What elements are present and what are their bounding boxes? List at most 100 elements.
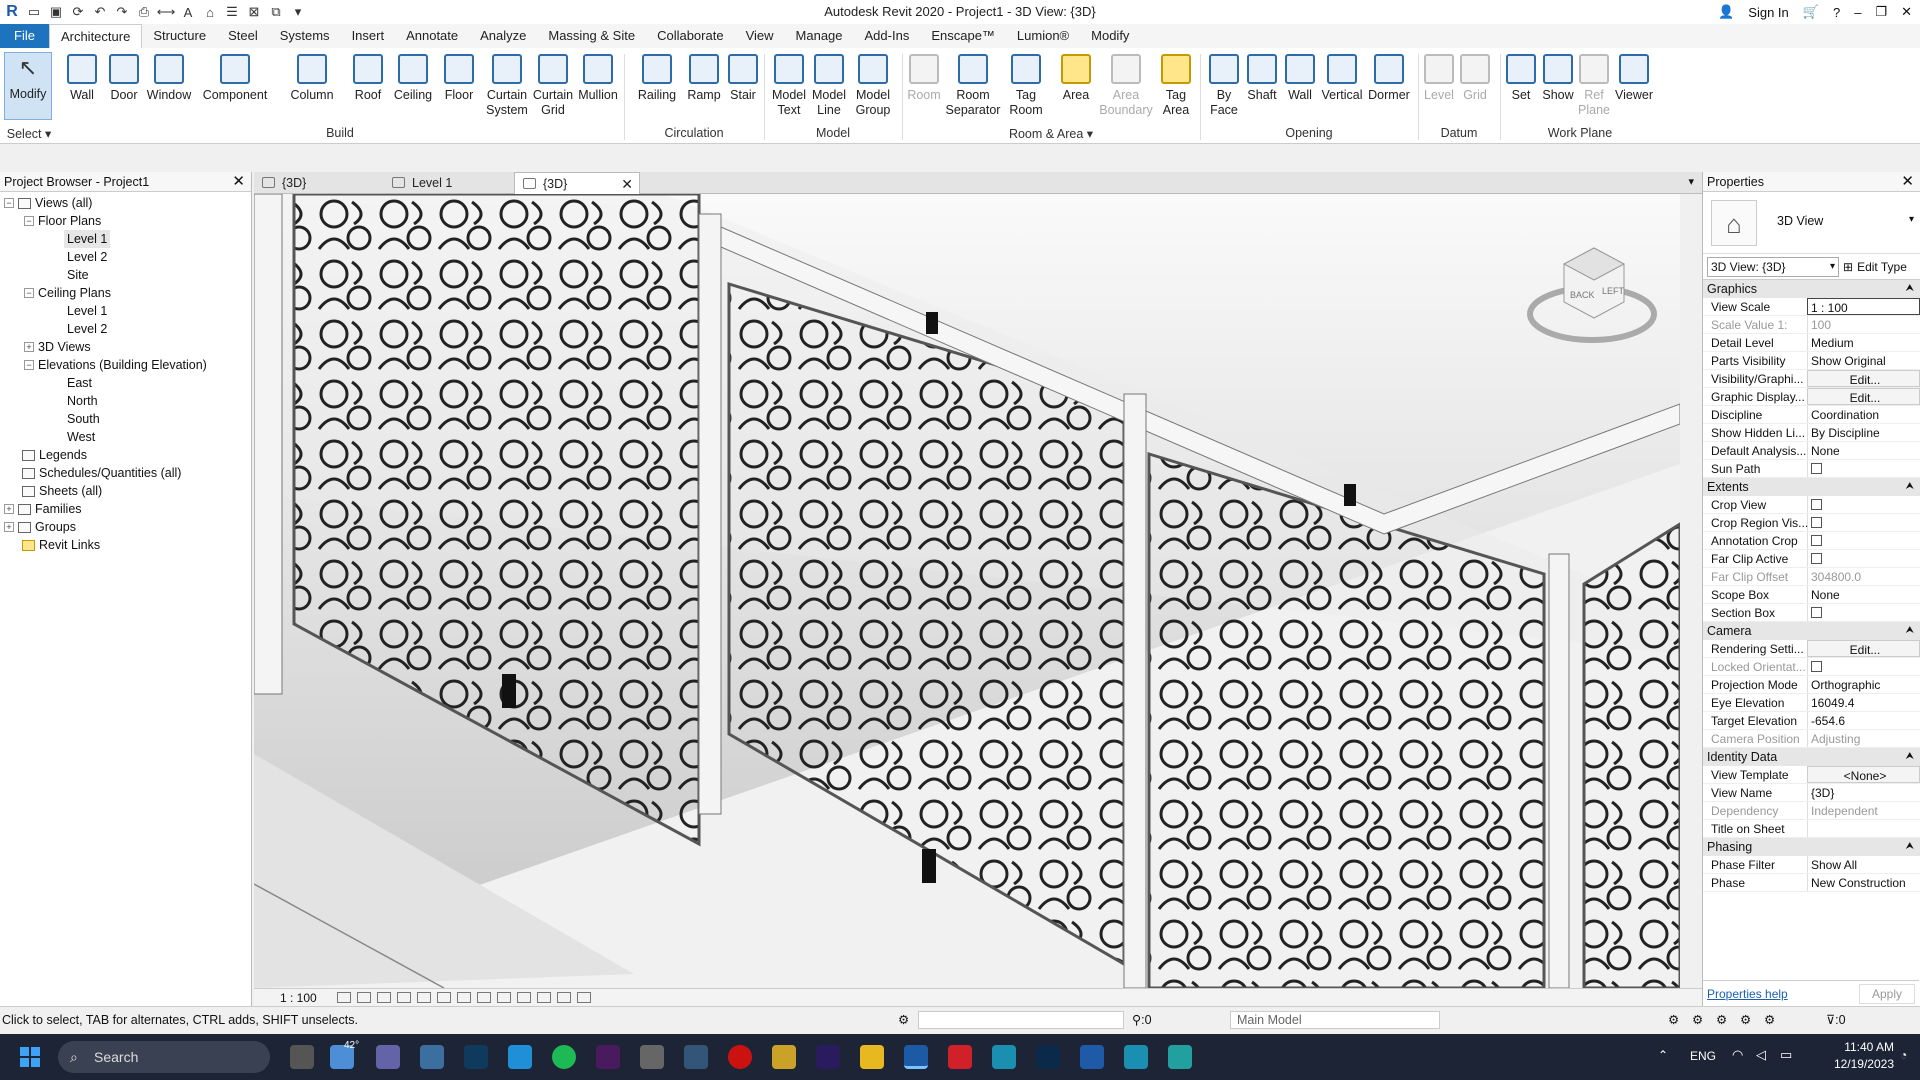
- tab-systems[interactable]: Systems: [269, 24, 341, 48]
- shaft-button[interactable]: Shaft: [1244, 54, 1280, 103]
- windows-start-icon[interactable]: [20, 1047, 40, 1067]
- column-button[interactable]: Column: [288, 54, 336, 103]
- tree-item[interactable]: Level 1: [0, 230, 251, 248]
- property-row[interactable]: View Scale 1 : 100: [1703, 298, 1920, 316]
- edge-icon[interactable]: [508, 1045, 532, 1069]
- sync-icon[interactable]: ⟳: [70, 4, 86, 20]
- tab-file[interactable]: File: [0, 24, 49, 48]
- property-value[interactable]: Orthographic: [1807, 676, 1920, 693]
- tab-enscape[interactable]: Enscape™: [920, 24, 1006, 48]
- property-row[interactable]: Dependency Independent: [1703, 802, 1920, 820]
- media-icon[interactable]: [772, 1045, 796, 1069]
- save-icon[interactable]: ▣: [48, 4, 64, 20]
- grid-button[interactable]: Grid: [1458, 54, 1492, 103]
- tree-item[interactable]: Level 2: [0, 248, 251, 266]
- collapse-icon[interactable]: ⮝: [1906, 838, 1915, 856]
- property-value[interactable]: 304800.0: [1807, 568, 1920, 585]
- property-value[interactable]: Show Original: [1807, 352, 1920, 369]
- property-value[interactable]: [1807, 820, 1920, 837]
- property-value[interactable]: [1807, 496, 1920, 513]
- property-value[interactable]: Coordination: [1807, 406, 1920, 423]
- rendering-icon[interactable]: [416, 992, 431, 1003]
- expand-icon[interactable]: +: [4, 522, 14, 532]
- property-row[interactable]: Target Elevation -654.6: [1703, 712, 1920, 730]
- app-icon[interactable]: [640, 1045, 664, 1069]
- property-value[interactable]: 1 : 100: [1807, 298, 1920, 315]
- dormer-button[interactable]: Dormer: [1366, 54, 1412, 103]
- collapse-icon[interactable]: ⮝: [1906, 622, 1915, 640]
- property-checkbox[interactable]: [1811, 517, 1822, 528]
- property-value[interactable]: [1807, 550, 1920, 567]
- component-button[interactable]: Component: [202, 54, 268, 103]
- property-value[interactable]: None: [1807, 442, 1920, 459]
- teams-icon[interactable]: [376, 1045, 400, 1069]
- workset-selector[interactable]: [918, 1011, 1124, 1029]
- cart-icon[interactable]: 🛒: [1803, 4, 1819, 20]
- roof-button[interactable]: Roof: [352, 54, 384, 103]
- level-button[interactable]: Level: [1422, 54, 1456, 103]
- photos-icon[interactable]: [420, 1045, 444, 1069]
- close-icon[interactable]: ✕: [1901, 4, 1912, 20]
- task-view-icon[interactable]: [290, 1045, 314, 1069]
- crop-view-icon[interactable]: [436, 992, 451, 1003]
- tray-chevron-icon[interactable]: ⌃: [1658, 1048, 1668, 1062]
- tab-menu-icon[interactable]: ▾: [1688, 175, 1694, 188]
- property-row[interactable]: Far Clip Offset 304800.0: [1703, 568, 1920, 586]
- visual-style-icon[interactable]: [356, 992, 371, 1003]
- collapse-icon[interactable]: −: [24, 288, 34, 298]
- constraints-icon[interactable]: [576, 992, 591, 1003]
- premiere-icon[interactable]: [596, 1045, 620, 1069]
- word-icon[interactable]: [1080, 1045, 1104, 1069]
- set-button[interactable]: Set: [1506, 54, 1536, 103]
- tab-add-ins[interactable]: Add-Ins: [854, 24, 921, 48]
- property-group-header[interactable]: Identity Data ⮝: [1703, 748, 1920, 766]
- worksets-icon[interactable]: ⚙: [898, 1007, 909, 1033]
- property-group-header[interactable]: Phasing ⮝: [1703, 838, 1920, 856]
- property-row[interactable]: Projection Mode Orthographic: [1703, 676, 1920, 694]
- view-scale[interactable]: 1 : 100: [280, 991, 317, 1005]
- close-icon[interactable]: ✕: [1901, 172, 1914, 192]
- property-row[interactable]: Phase New Construction: [1703, 874, 1920, 892]
- model-group-button[interactable]: Model Group: [852, 54, 894, 118]
- tab-structure[interactable]: Structure: [142, 24, 217, 48]
- revit-logo-icon[interactable]: R: [4, 3, 20, 20]
- undo-icon[interactable]: ↶: [92, 4, 108, 20]
- collapse-icon[interactable]: ⮝: [1906, 748, 1915, 766]
- panel-room-area[interactable]: Room & Area ▾: [904, 126, 1198, 142]
- minimize-icon[interactable]: –: [1854, 5, 1861, 20]
- temp-view-icon[interactable]: [536, 992, 551, 1003]
- close-icon[interactable]: ✕: [621, 173, 633, 195]
- property-value[interactable]: Edit...: [1807, 370, 1920, 387]
- property-row[interactable]: Crop Region Vis...: [1703, 514, 1920, 532]
- area-button[interactable]: Area: [1058, 54, 1094, 103]
- property-row[interactable]: View Name {3D}: [1703, 784, 1920, 802]
- tab-steel[interactable]: Steel: [217, 24, 269, 48]
- property-row[interactable]: Locked Orientat...: [1703, 658, 1920, 676]
- curtain-grid-button[interactable]: Curtain Grid: [530, 54, 576, 118]
- panel-select[interactable]: Select ▾: [4, 126, 54, 142]
- window-button[interactable]: Window: [144, 54, 194, 103]
- property-row[interactable]: View Template <None>: [1703, 766, 1920, 784]
- property-row[interactable]: Detail Level Medium: [1703, 334, 1920, 352]
- property-row[interactable]: Camera Position Adjusting: [1703, 730, 1920, 748]
- select-by-face-icon[interactable]: ⚙: [1740, 1007, 1751, 1033]
- room-button[interactable]: Room: [906, 54, 942, 103]
- language-indicator[interactable]: ENG: [1690, 1049, 1716, 1063]
- select-pinned-icon[interactable]: ⚙: [1716, 1007, 1727, 1033]
- shadows-icon[interactable]: [396, 992, 411, 1003]
- property-value[interactable]: Edit...: [1807, 388, 1920, 405]
- text-icon[interactable]: A: [180, 4, 196, 20]
- instance-selector[interactable]: 3D View: {3D} ▾: [1707, 256, 1839, 277]
- drag-elements-icon[interactable]: ⚙: [1764, 1007, 1775, 1033]
- tab-analyze[interactable]: Analyze: [469, 24, 537, 48]
- property-value[interactable]: Medium: [1807, 334, 1920, 351]
- restore-icon[interactable]: ❐: [1875, 4, 1887, 20]
- opening-wall-button[interactable]: Wall: [1284, 54, 1316, 103]
- property-value[interactable]: 100: [1807, 316, 1920, 333]
- tag-room-button[interactable]: Tag Room: [1006, 54, 1046, 118]
- model-line-button[interactable]: Model Line: [810, 54, 848, 118]
- tree-item[interactable]: − Floor Plans: [0, 212, 251, 230]
- collapse-icon[interactable]: −: [24, 216, 34, 226]
- collapse-icon[interactable]: ⮝: [1906, 280, 1915, 298]
- property-checkbox[interactable]: [1811, 607, 1822, 618]
